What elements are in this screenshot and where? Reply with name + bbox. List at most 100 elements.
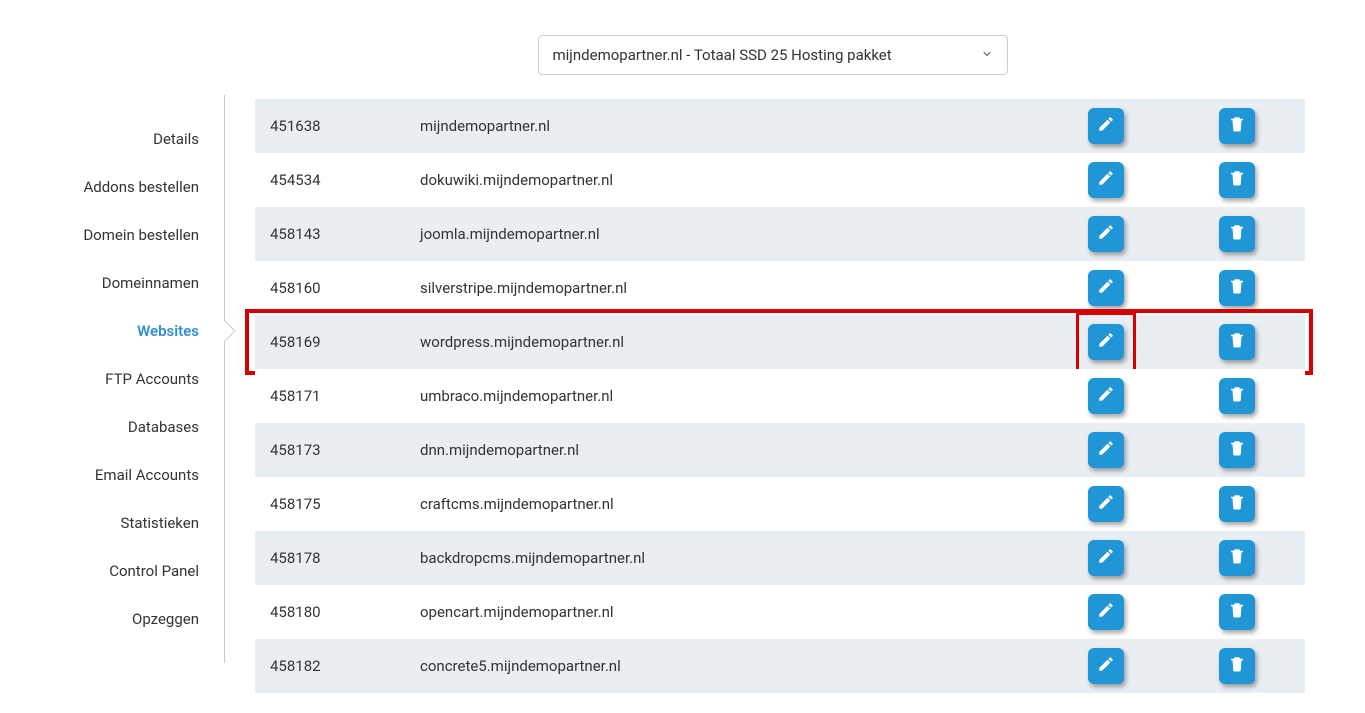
- row-actions: [1088, 432, 1290, 468]
- row-actions: [1088, 270, 1290, 306]
- delete-button[interactable]: [1219, 270, 1255, 306]
- row-domain: concrete5.mijndemopartner.nl: [420, 657, 1088, 675]
- table-row: 458160silverstripe.mijndemopartner.nl: [255, 261, 1305, 315]
- row-domain: silverstripe.mijndemopartner.nl: [420, 279, 1088, 297]
- websites-table: 451638mijndemopartner.nl454534dokuwiki.m…: [255, 99, 1305, 693]
- delete-button[interactable]: [1219, 216, 1255, 252]
- trash-icon: [1228, 439, 1246, 461]
- sidebar: Details Addons bestellen Domein bestellen D…: [60, 95, 225, 663]
- sidebar-item-label: Websites: [137, 322, 199, 340]
- trash-icon: [1228, 547, 1246, 569]
- row-actions: [1088, 378, 1290, 414]
- row-actions: [1088, 594, 1290, 630]
- row-id: 458160: [270, 279, 420, 297]
- sidebar-item-opzeggen[interactable]: Opzeggen: [60, 595, 224, 643]
- row-id: 458180: [270, 603, 420, 621]
- table-row: 458180opencart.mijndemopartner.nl: [255, 585, 1305, 639]
- row-actions: [1088, 216, 1290, 252]
- edit-button[interactable]: [1088, 648, 1124, 684]
- row-actions: [1088, 162, 1290, 198]
- row-domain: backdropcms.mijndemopartner.nl: [420, 549, 1088, 567]
- table-row: 458173dnn.mijndemopartner.nl: [255, 423, 1305, 477]
- row-domain: opencart.mijndemopartner.nl: [420, 603, 1088, 621]
- delete-button[interactable]: [1219, 486, 1255, 522]
- row-domain: craftcms.mijndemopartner.nl: [420, 495, 1088, 513]
- dropdown-selected-label: mijndemopartner.nl - Totaal SSD 25 Hosti…: [553, 46, 892, 64]
- row-id: 458143: [270, 225, 420, 243]
- trash-icon: [1228, 493, 1246, 515]
- edit-button[interactable]: [1088, 270, 1124, 306]
- row-domain: umbraco.mijndemopartner.nl: [420, 387, 1088, 405]
- sidebar-item-label: Details: [153, 130, 199, 148]
- sidebar-item-label: Statistieken: [121, 514, 199, 532]
- sidebar-item-details[interactable]: Details: [60, 115, 224, 163]
- row-id: 454534: [270, 171, 420, 189]
- edit-button[interactable]: [1088, 108, 1124, 144]
- sidebar-item-websites[interactable]: Websites: [60, 307, 224, 355]
- edit-button[interactable]: [1088, 432, 1124, 468]
- trash-icon: [1228, 115, 1246, 137]
- sidebar-item-label: Control Panel: [109, 562, 199, 580]
- sidebar-item-control-panel[interactable]: Control Panel: [60, 547, 224, 595]
- row-actions: [1088, 324, 1290, 360]
- chevron-down-icon: [981, 46, 993, 64]
- sidebar-item-label: Email Accounts: [95, 466, 199, 484]
- delete-button[interactable]: [1219, 108, 1255, 144]
- edit-button[interactable]: [1088, 486, 1124, 522]
- sidebar-item-databases[interactable]: Databases: [60, 403, 224, 451]
- row-id: 458171: [270, 387, 420, 405]
- edit-button[interactable]: [1088, 540, 1124, 576]
- delete-button[interactable]: [1219, 648, 1255, 684]
- delete-button[interactable]: [1219, 324, 1255, 360]
- sidebar-item-email-accounts[interactable]: Email Accounts: [60, 451, 224, 499]
- row-id: 458182: [270, 657, 420, 675]
- pencil-icon: [1097, 547, 1115, 569]
- row-id: 458173: [270, 441, 420, 459]
- sidebar-item-domeinnamen[interactable]: Domeinnamen: [60, 259, 224, 307]
- row-actions: [1088, 108, 1290, 144]
- sidebar-item-label: Databases: [128, 418, 199, 436]
- edit-button[interactable]: [1088, 216, 1124, 252]
- edit-button[interactable]: [1088, 594, 1124, 630]
- edit-button[interactable]: [1088, 324, 1124, 360]
- table-row: 458169wordpress.mijndemopartner.nl: [255, 315, 1305, 369]
- delete-button[interactable]: [1219, 540, 1255, 576]
- trash-icon: [1228, 331, 1246, 353]
- pencil-icon: [1097, 493, 1115, 515]
- pencil-icon: [1097, 655, 1115, 677]
- trash-icon: [1228, 601, 1246, 623]
- sidebar-item-label: Domeinnamen: [102, 274, 199, 292]
- table-row: 458178backdropcms.mijndemopartner.nl: [255, 531, 1305, 585]
- hosting-package-select[interactable]: mijndemopartner.nl - Totaal SSD 25 Hosti…: [538, 35, 1008, 75]
- sidebar-item-domein-bestellen[interactable]: Domein bestellen: [60, 211, 224, 259]
- trash-icon: [1228, 277, 1246, 299]
- pencil-icon: [1097, 439, 1115, 461]
- row-actions: [1088, 648, 1290, 684]
- row-id: 458175: [270, 495, 420, 513]
- pencil-icon: [1097, 223, 1115, 245]
- sidebar-item-statistieken[interactable]: Statistieken: [60, 499, 224, 547]
- trash-icon: [1228, 385, 1246, 407]
- pencil-icon: [1097, 277, 1115, 299]
- row-actions: [1088, 540, 1290, 576]
- trash-icon: [1228, 655, 1246, 677]
- row-id: 458169: [270, 333, 420, 351]
- sidebar-item-ftp-accounts[interactable]: FTP Accounts: [60, 355, 224, 403]
- edit-button[interactable]: [1088, 378, 1124, 414]
- row-actions: [1088, 486, 1290, 522]
- sidebar-item-label: Addons bestellen: [83, 178, 199, 196]
- delete-button[interactable]: [1219, 594, 1255, 630]
- delete-button[interactable]: [1219, 432, 1255, 468]
- edit-button[interactable]: [1088, 162, 1124, 198]
- row-domain: mijndemopartner.nl: [420, 117, 1088, 135]
- sidebar-item-label: Opzeggen: [132, 610, 199, 628]
- delete-button[interactable]: [1219, 378, 1255, 414]
- trash-icon: [1228, 169, 1246, 191]
- sidebar-item-addons-bestellen[interactable]: Addons bestellen: [60, 163, 224, 211]
- row-id: 458178: [270, 549, 420, 567]
- delete-button[interactable]: [1219, 162, 1255, 198]
- sidebar-item-label: FTP Accounts: [105, 370, 199, 388]
- table-row: 458171umbraco.mijndemopartner.nl: [255, 369, 1305, 423]
- pencil-icon: [1097, 115, 1115, 137]
- pencil-icon: [1097, 385, 1115, 407]
